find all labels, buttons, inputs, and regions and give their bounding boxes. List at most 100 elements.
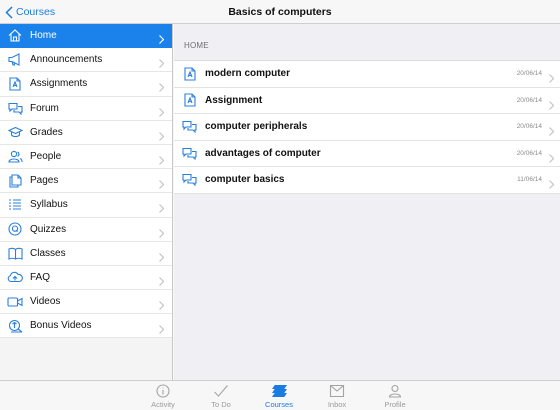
quiz-icon: [0, 222, 30, 236]
tab-label: Inbox: [327, 400, 347, 409]
chevron-right-icon: [549, 150, 555, 168]
sidebar-item-bonus-videos[interactable]: Bonus Videos: [0, 314, 172, 339]
sidebar-item-classes[interactable]: Classes: [0, 241, 172, 267]
inbox-icon: [329, 384, 345, 398]
course-sidebar: Home Announcements Assignments Forum Gra…: [0, 24, 173, 380]
list-item[interactable]: Assignment 20/06/14: [174, 88, 560, 115]
chat-bubbles-icon: [0, 102, 30, 115]
tab-courses[interactable]: Courses: [251, 384, 307, 409]
bonus-icon: [0, 319, 30, 333]
pages-icon: [0, 174, 30, 188]
list-item[interactable]: advantages of computer 20/06/14: [174, 141, 560, 168]
chevron-right-icon: [549, 123, 555, 141]
tab-label: Activity: [151, 400, 175, 409]
home-icon: [0, 29, 30, 42]
sidebar-item-pages[interactable]: Pages: [0, 169, 172, 194]
list-item-date: 20/06/14: [516, 96, 542, 104]
list-item-title: computer peripherals: [205, 121, 308, 133]
video-camera-icon: [0, 296, 30, 308]
list-item[interactable]: computer basics 11/06/14: [174, 167, 560, 194]
list-item-date: 20/06/14: [516, 123, 542, 131]
chevron-right-icon: [159, 31, 165, 49]
chevron-right-icon: [549, 70, 555, 88]
tab-activity[interactable]: Activity: [135, 384, 191, 409]
sidebar-item-forum[interactable]: Forum: [0, 96, 172, 122]
chevron-right-icon: [159, 249, 165, 267]
navigation-bar: Courses Basics of computers: [0, 0, 560, 24]
sidebar-item-videos[interactable]: Videos: [0, 290, 172, 315]
tab-label: To Do: [211, 400, 231, 409]
chevron-right-icon: [159, 225, 165, 243]
sidebar-item-syllabus[interactable]: Syllabus: [0, 193, 172, 218]
checkmark-icon: [214, 385, 228, 397]
megaphone-icon: [0, 53, 30, 67]
person-icon: [388, 384, 402, 398]
sidebar-item-label: Grades: [30, 126, 63, 138]
sidebar-item-announcements[interactable]: Announcements: [0, 48, 172, 73]
chevron-right-icon: [159, 55, 165, 73]
people-icon: [0, 150, 30, 163]
list-item[interactable]: computer peripherals 20/06/14: [174, 114, 560, 141]
chat-bubbles-icon: [174, 147, 205, 160]
info-icon: [156, 384, 170, 398]
sidebar-item-label: Pages: [30, 175, 59, 187]
sidebar-item-label: FAQ: [30, 271, 51, 283]
back-to-courses-button[interactable]: Courses: [5, 0, 55, 24]
chevron-right-icon: [159, 297, 165, 315]
list-item-date: 11/06/14: [517, 176, 542, 184]
list-item-title: modern computer: [205, 68, 291, 80]
chevron-right-icon: [549, 97, 555, 115]
sidebar-item-faq[interactable]: FAQ: [0, 265, 172, 291]
chevron-right-icon: [159, 176, 165, 194]
sidebar-item-assignments[interactable]: Assignments: [0, 72, 172, 97]
tab-bar: Activity To Do Courses Inbox Profile: [0, 380, 560, 410]
main-content: HOME modern computer 20/06/14 Assignment…: [174, 24, 560, 380]
content-list: modern computer 20/06/14 Assignment 20/0…: [174, 60, 560, 194]
sidebar-item-quizzes[interactable]: Quizzes: [0, 217, 172, 243]
back-button-label: Courses: [16, 6, 56, 18]
book-icon: [0, 247, 30, 260]
page-title: Basics of computers: [228, 6, 332, 18]
sidebar-item-label: Announcements: [30, 54, 103, 66]
chevron-right-icon: [159, 200, 165, 218]
tab-label: Courses: [265, 400, 293, 409]
chevron-right-icon: [159, 273, 165, 291]
back-chevron-icon: [5, 5, 13, 19]
chevron-right-icon: [159, 152, 165, 170]
sidebar-item-people[interactable]: People: [0, 144, 172, 170]
list-item[interactable]: modern computer 20/06/14: [174, 61, 560, 88]
sidebar-item-home[interactable]: Home: [0, 24, 172, 49]
chevron-right-icon: [549, 176, 555, 194]
sidebar-item-label: Assignments: [30, 78, 88, 90]
tab-inbox[interactable]: Inbox: [309, 384, 365, 409]
chevron-right-icon: [159, 79, 165, 97]
cloud-icon: [0, 271, 30, 283]
tab-label: Profile: [384, 400, 406, 409]
list-item-date: 20/06/14: [516, 70, 542, 78]
list-item-date: 20/06/14: [516, 149, 542, 157]
section-header: HOME: [184, 41, 209, 50]
list-item-title: computer basics: [205, 174, 285, 186]
chevron-right-icon: [159, 104, 165, 122]
courses-icon: [271, 384, 287, 398]
sidebar-item-label: Forum: [30, 102, 59, 114]
sidebar-item-grades[interactable]: Grades: [0, 120, 172, 146]
sidebar-item-label: Classes: [30, 247, 66, 259]
list-icon: [0, 198, 30, 211]
tab-profile[interactable]: Profile: [367, 384, 423, 409]
list-item-title: Assignment: [205, 94, 263, 106]
sidebar-item-label: Syllabus: [30, 199, 68, 211]
document-icon: [174, 93, 205, 107]
chat-bubbles-icon: [174, 173, 205, 187]
document-icon: [174, 67, 205, 81]
chevron-right-icon: [159, 321, 165, 339]
sidebar-item-label: Bonus Videos: [30, 320, 92, 332]
sidebar-item-label: Quizzes: [30, 223, 67, 235]
chevron-right-icon: [159, 128, 165, 146]
document-icon: [0, 77, 30, 91]
tab-todo[interactable]: To Do: [193, 384, 249, 409]
sidebar-item-label: Home: [30, 30, 57, 42]
sidebar-item-label: Videos: [30, 296, 61, 308]
chat-bubbles-icon: [174, 120, 205, 134]
list-item-title: advantages of computer: [205, 147, 321, 159]
